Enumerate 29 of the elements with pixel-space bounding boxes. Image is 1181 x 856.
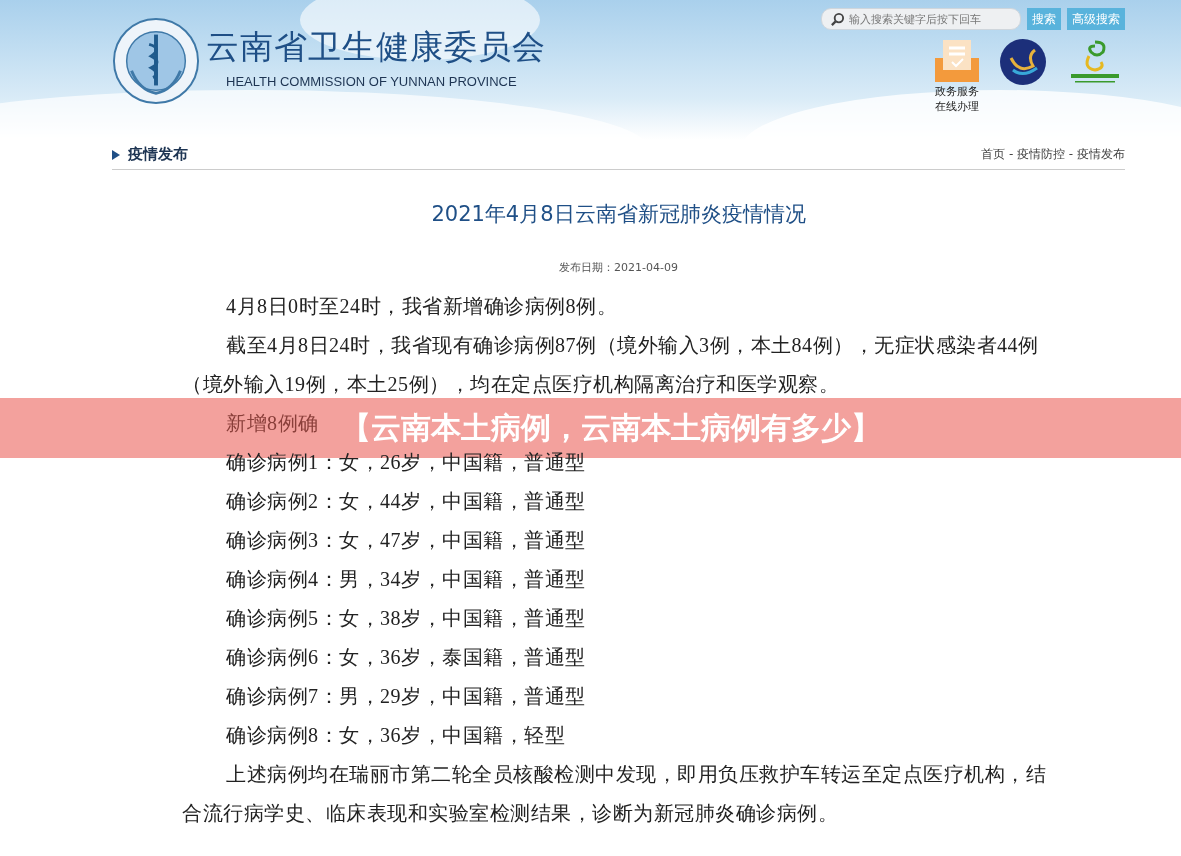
- publish-date: 发布日期：2021-04-09: [558, 260, 679, 275]
- triangle-icon: [112, 149, 120, 160]
- breadcrumb-separator: -: [1007, 147, 1015, 161]
- article-paragraph: 确诊病例2：女，44岁，中国籍，普通型: [225, 489, 586, 514]
- article-paragraph: 确诊病例8：女，36岁，中国籍，轻型: [225, 723, 565, 748]
- emblem-icon: [112, 17, 200, 105]
- service-link[interactable]: 政务服务 在线办理: [935, 38, 979, 114]
- breadcrumb-link[interactable]: 疫情发布: [1077, 147, 1125, 161]
- article-paragraph: 确诊病例3：女，47岁，中国籍，普通型: [225, 528, 586, 553]
- site-subtitle: HEALTH COMMISSION OF YUNNAN PROVINCE: [225, 74, 518, 89]
- article-paragraph: 确诊病例6：女，36岁，泰国籍，普通型: [225, 645, 586, 670]
- article-paragraph: 确诊病例7：男，29岁，中国籍，普通型: [225, 684, 586, 709]
- article-paragraph: 4月8日0时至24时，我省新增确诊病例8例。: [225, 294, 617, 319]
- article-paragraph: 上述病例均在瑞丽市第二轮全员核酸检测中发现，即用负压救护车转运至定点医疗机构，结合流行病学史、临床表现和实验室检测结果，诊断为新冠肺炎确诊病例。: [182, 762, 1047, 826]
- round-logo-icon[interactable]: [999, 38, 1047, 86]
- article-paragraph: 截至4月8日24时，我省现有确诊病例87例（境外输入3例，本土84例），无症状感染者44例（境外输入19例，本土25例），均在定点医疗机构隔离治疗和医学观察。: [182, 333, 1040, 397]
- breadcrumb-link[interactable]: 首页: [981, 147, 1006, 161]
- breadcrumb-link[interactable]: 疫情防控: [1017, 147, 1066, 161]
- article-paragraph: 新增8例确: [225, 411, 319, 436]
- article-title: 2021年4月8日云南省新冠肺炎疫情情况: [430, 201, 807, 228]
- article-paragraph: 确诊病例4：男，34岁，中国籍，普通型: [225, 567, 586, 592]
- article-paragraph: 确诊病例1：女，26岁，中国籍，普通型: [225, 450, 586, 475]
- article-paragraph: 确诊病例5：女，38岁，中国籍，普通型: [225, 606, 586, 631]
- banner-title: 【云南本土病例，云南本土病例有多少】: [340, 408, 881, 447]
- site-title: 云南省卫生健康委员会: [206, 26, 546, 68]
- section-title: 疫情发布: [128, 145, 188, 164]
- breadcrumb-separator: -: [1067, 147, 1075, 161]
- search-field[interactable]: 输入搜索关键字后按下回车: [821, 8, 1021, 30]
- search-icon: [830, 11, 845, 27]
